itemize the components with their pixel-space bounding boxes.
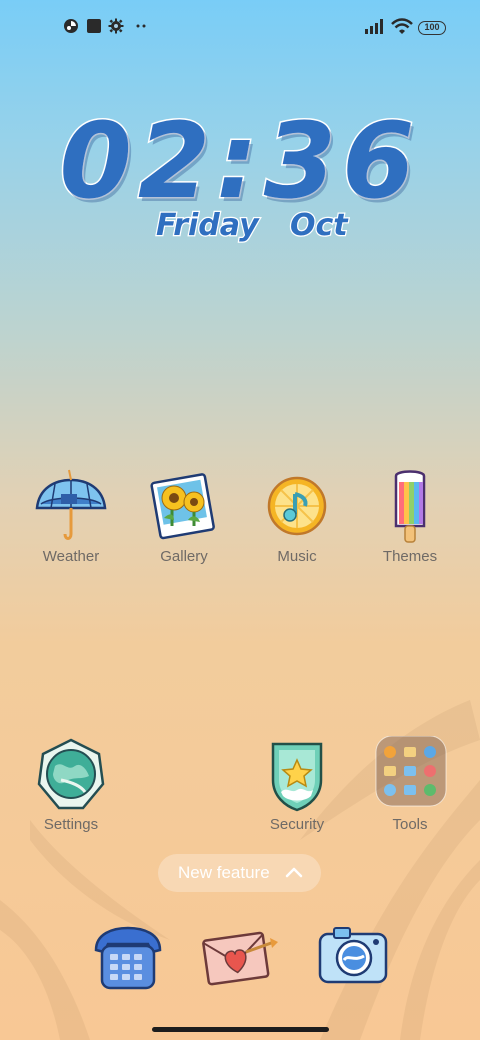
lemon-music-note-icon <box>267 476 327 536</box>
wifi-icon <box>391 18 413 34</box>
globe-badge-icon <box>37 738 105 810</box>
app-gallery[interactable]: Gallery <box>132 468 236 565</box>
app-security[interactable]: Security <box>245 736 349 833</box>
sunflower-photo-icon <box>150 473 215 540</box>
app-label: Music <box>277 548 317 565</box>
signal-bars-icon <box>365 19 383 34</box>
envelope-heart-icon[interactable] <box>200 918 280 998</box>
app-weather[interactable]: Weather <box>19 468 123 565</box>
app-label: Themes <box>382 548 438 565</box>
app-music[interactable]: Music <box>245 468 349 565</box>
clock-time[interactable]: 02:36 <box>0 99 480 224</box>
new-feature-label: New feature <box>178 863 270 882</box>
app-label: Gallery <box>160 548 208 565</box>
clock-day: Friday <box>155 207 260 245</box>
app-label: Weather <box>42 548 100 565</box>
pie-chart-icon <box>64 19 78 33</box>
app-tools-folder[interactable]: Tools <box>358 736 462 833</box>
gear-icon <box>108 18 124 34</box>
phone-icon[interactable] <box>88 920 168 1000</box>
square-app-icon <box>87 19 101 33</box>
clock-month: Oct <box>289 207 349 245</box>
camera-icon[interactable] <box>314 918 394 998</box>
status-bar: 100 <box>0 14 480 42</box>
app-label: Tools <box>392 816 428 833</box>
folder-icon <box>375 736 447 807</box>
umbrella-icon <box>35 469 107 540</box>
home-indicator[interactable] <box>152 1027 329 1032</box>
app-settings[interactable]: Settings <box>19 736 123 833</box>
shield-star-icon <box>271 742 323 812</box>
battery-icon: 100 <box>418 21 446 35</box>
more-dots-icon <box>136 24 146 28</box>
app-label: Settings <box>43 816 99 833</box>
date-row: Friday Oct <box>0 207 480 252</box>
app-themes[interactable]: Themes <box>358 468 462 565</box>
chevron-up-icon <box>285 867 303 878</box>
popsicle-icon <box>394 470 426 543</box>
app-label: Security <box>269 816 325 833</box>
new-feature-button[interactable]: New feature <box>158 854 321 892</box>
